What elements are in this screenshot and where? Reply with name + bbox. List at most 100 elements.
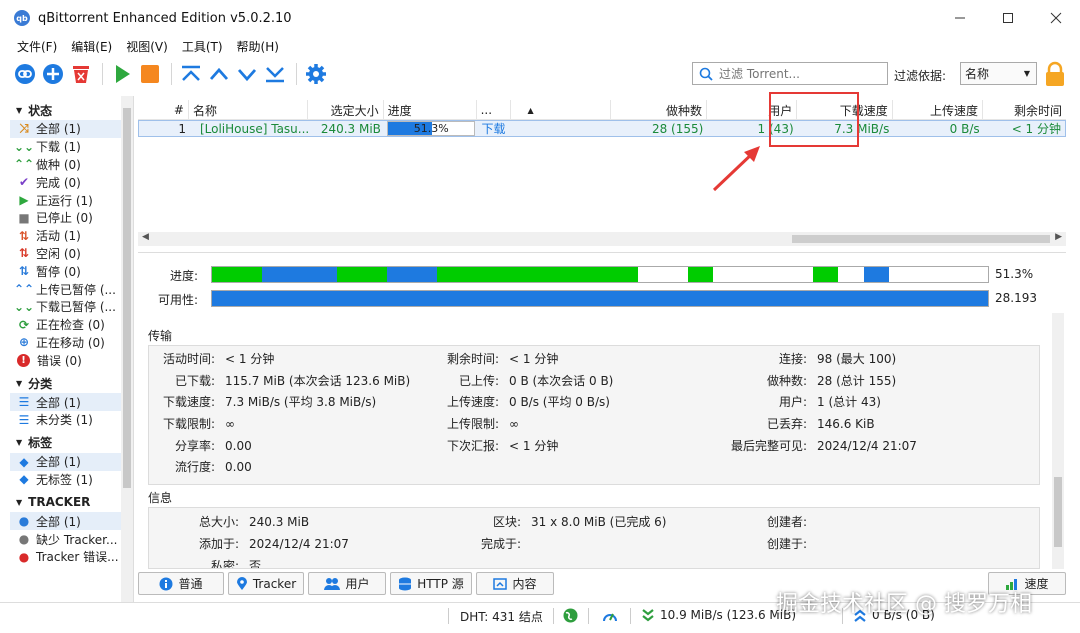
tab-http-sources[interactable]: HTTP 源 bbox=[390, 572, 472, 595]
properties-scrollbar[interactable] bbox=[1052, 313, 1064, 569]
tab-general[interactable]: 普通 bbox=[138, 572, 224, 595]
sidebar-item[interactable]: ☰ 全部 (1) bbox=[10, 393, 133, 411]
tag-icon: ◆ bbox=[19, 454, 29, 469]
sidebar-item[interactable]: ☰ 未分类 (1) bbox=[10, 411, 133, 429]
check-icon: ✔ bbox=[18, 175, 30, 190]
sidebar-item[interactable]: ✔ 完成 (0) bbox=[10, 173, 133, 191]
globe-icon[interactable] bbox=[563, 608, 578, 623]
filter-select[interactable]: 名称 ▼ bbox=[960, 62, 1037, 85]
sidebar-item[interactable]: ⌄⌄ 下载已暂停 (... bbox=[10, 298, 133, 316]
add-link-button[interactable] bbox=[12, 61, 38, 87]
tab-content[interactable]: 内容 bbox=[476, 572, 554, 595]
torrent-list-hscrollbar[interactable]: ◀ ▶ bbox=[138, 232, 1066, 246]
sidebar: ▼ 状态 ⤨ 全部 (1) ⌄⌄ 下载 (1) ⌃⌃ 做种 (0) ✔ 完成 (0) ▶ 正运行 (… bbox=[10, 96, 134, 602]
menu-help[interactable]: 帮助(H) bbox=[230, 38, 286, 55]
server-icon bbox=[399, 577, 412, 590]
row-size: 240.3 MiB bbox=[320, 121, 381, 136]
tracker-section-header[interactable]: ▼ TRACKER bbox=[10, 492, 133, 512]
sidebar-scrollbar[interactable] bbox=[121, 96, 133, 602]
app-icon: qb bbox=[14, 10, 30, 26]
maximize-button[interactable] bbox=[984, 0, 1032, 36]
stop-button[interactable] bbox=[137, 61, 163, 87]
move-top-icon bbox=[182, 65, 200, 81]
filter-select-value: 名称 bbox=[965, 67, 990, 81]
col-up-speed[interactable]: 上传速度 bbox=[893, 100, 984, 120]
progress-label: 进度: bbox=[169, 268, 198, 283]
collapse-triangle-icon: ▼ bbox=[16, 378, 23, 388]
search-box[interactable] bbox=[692, 62, 888, 85]
active-icon: ⇅ bbox=[18, 228, 30, 243]
progress-row: 进度: 51.3% bbox=[138, 266, 1033, 284]
lock-icon[interactable] bbox=[1044, 61, 1066, 87]
col-sort-indicator[interactable]: ▲ bbox=[511, 100, 612, 120]
sidebar-item-label: 无标签 (1) bbox=[36, 472, 93, 487]
sidebar-item-label: 下载 (1) bbox=[36, 140, 81, 155]
sidebar-item[interactable]: ● 全部 (1) bbox=[10, 512, 133, 531]
menu-view[interactable]: 视图(V) bbox=[119, 38, 175, 55]
col-eta[interactable]: 剩余时间 bbox=[983, 100, 1066, 120]
move-bottom-button[interactable] bbox=[262, 61, 288, 87]
status-section-header[interactable]: ▼ 状态 bbox=[10, 100, 133, 120]
delete-button[interactable] bbox=[68, 61, 94, 87]
tab-peers[interactable]: 用户 bbox=[308, 572, 386, 595]
menu-file[interactable]: 文件(F) bbox=[10, 38, 64, 55]
sidebar-item[interactable]: ⌃⌃ 做种 (0) bbox=[10, 156, 133, 174]
col-progress[interactable]: 进度 bbox=[384, 100, 477, 120]
move-bottom-icon bbox=[266, 67, 284, 83]
stop-icon bbox=[141, 65, 159, 83]
title-bar: qb qBittorrent Enhanced Edition v5.0.2.1… bbox=[0, 0, 1080, 36]
sidebar-item[interactable]: ● 缺少 Tracker... bbox=[10, 530, 133, 548]
col-status[interactable]: ... bbox=[477, 100, 512, 120]
collapse-triangle-icon: ▼ bbox=[16, 438, 23, 448]
sidebar-item[interactable]: ■ 已停止 (0) bbox=[10, 209, 133, 227]
sidebar-item[interactable]: ● Tracker 错误... bbox=[10, 548, 133, 566]
minimize-button[interactable] bbox=[936, 0, 984, 36]
gear-icon bbox=[306, 64, 326, 84]
sidebar-item[interactable]: ⤨ 全部 (1) bbox=[10, 120, 133, 138]
menu-edit[interactable]: 编辑(E) bbox=[64, 38, 119, 55]
start-button[interactable] bbox=[109, 61, 135, 87]
col-size[interactable]: 选定大小 bbox=[308, 100, 384, 120]
sort-up-icon: ▲ bbox=[527, 105, 534, 115]
category-section-header[interactable]: ▼ 分类 bbox=[10, 373, 133, 393]
chevron-up-icon bbox=[209, 67, 229, 80]
col-seeds[interactable]: 做种数 bbox=[611, 100, 708, 120]
sidebar-item[interactable]: ◆ 全部 (1) bbox=[10, 452, 133, 471]
sidebar-item[interactable]: ! 错误 (0) bbox=[10, 351, 133, 369]
sidebar-item[interactable]: ⌃⌃ 上传已暂停 (... bbox=[10, 280, 133, 298]
collapse-triangle-icon: ▼ bbox=[16, 497, 23, 507]
sidebar-item[interactable]: ▶ 正运行 (1) bbox=[10, 191, 133, 209]
move-down-button[interactable] bbox=[234, 61, 260, 87]
search-input[interactable] bbox=[719, 66, 879, 81]
sidebar-item[interactable]: ◆ 无标签 (1) bbox=[10, 471, 133, 489]
sidebar-item[interactable]: ⇅ 暂停 (0) bbox=[10, 262, 133, 280]
sidebar-item[interactable]: ⟳ 正在检查 (0) bbox=[10, 316, 133, 334]
list-icon: ☰ bbox=[18, 395, 30, 410]
tag-section-header[interactable]: ▼ 标签 bbox=[10, 433, 133, 453]
sidebar-item-label: 全部 (1) bbox=[36, 455, 81, 470]
upload-paused-icon: ⌃⌃ bbox=[13, 282, 35, 297]
sidebar-item[interactable]: ⊕ 正在移动 (0) bbox=[10, 334, 133, 352]
download-icon: ⌄⌄ bbox=[13, 139, 35, 154]
add-torrent-button[interactable] bbox=[40, 61, 66, 87]
row-num: 1 bbox=[178, 121, 186, 136]
sidebar-item[interactable]: ⌄⌄ 下载 (1) bbox=[10, 138, 133, 156]
close-button[interactable] bbox=[1032, 0, 1080, 36]
speed-limit-icon[interactable] bbox=[602, 608, 618, 623]
options-button[interactable] bbox=[303, 61, 329, 87]
close-icon bbox=[1050, 12, 1062, 24]
sidebar-item[interactable]: ⇅ 活动 (1) bbox=[10, 227, 133, 245]
availability-row: 可用性: 28.193 bbox=[138, 290, 1037, 308]
col-num[interactable]: # bbox=[138, 100, 189, 120]
col-name[interactable]: 名称 bbox=[189, 100, 308, 120]
row-status: 下载 bbox=[481, 122, 506, 136]
dht-status: DHT: 431 结点 bbox=[460, 610, 543, 624]
move-up-button[interactable] bbox=[206, 61, 232, 87]
table-row[interactable]: 1 [LoliHouse] Tasu... 240.3 MiB 51.3% 下载… bbox=[138, 120, 1066, 137]
tag-icon: ◆ bbox=[19, 472, 29, 487]
sidebar-item[interactable]: ⇅ 空闲 (0) bbox=[10, 245, 133, 263]
toolbar: 过滤依据: 名称 ▼ bbox=[0, 58, 1080, 90]
move-top-button[interactable] bbox=[178, 61, 204, 87]
menu-tools[interactable]: 工具(T) bbox=[175, 38, 230, 55]
tab-tracker[interactable]: Tracker bbox=[228, 572, 304, 595]
